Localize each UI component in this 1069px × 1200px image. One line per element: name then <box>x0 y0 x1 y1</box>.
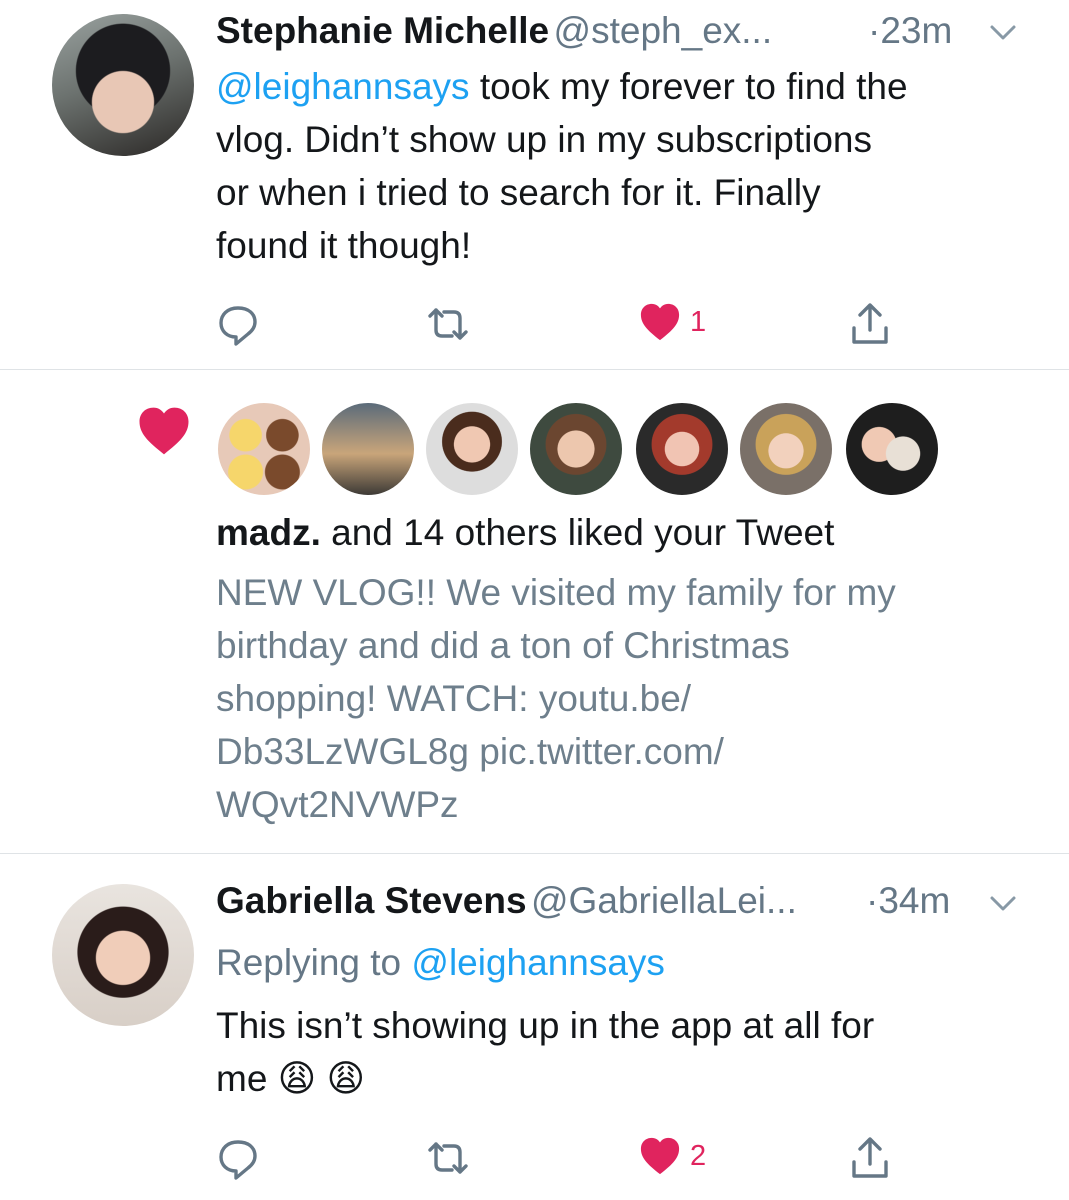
tweet-line: or when i tried to search for it. Finall… <box>216 172 821 213</box>
share-icon[interactable] <box>846 1134 894 1182</box>
reply-icon[interactable] <box>214 300 262 348</box>
like-button[interactable]: 1 <box>638 302 706 342</box>
tweet-line: found it though! <box>216 225 472 266</box>
heart-icon <box>640 1137 680 1175</box>
heart-icon <box>640 303 680 341</box>
chevron-down-icon[interactable] <box>988 893 1018 915</box>
tweet-line: NEW VLOG!! We visited my family for my <box>216 572 896 613</box>
tweet-line: WQvt2NVWPz <box>216 784 459 825</box>
divider <box>0 369 1069 370</box>
replying-to: Replying to @leighannsays <box>216 942 665 983</box>
tweet-line: birthday and did a ton of Christmas <box>216 625 790 666</box>
tweet-line: shopping! WATCH: youtu.be/ <box>216 678 692 719</box>
like-button[interactable]: 2 <box>638 1136 706 1176</box>
avatar[interactable] <box>52 884 194 1026</box>
tweet-line: Db33LzWGL8g pic.twitter.com/ <box>216 731 724 772</box>
share-icon[interactable] <box>846 300 894 348</box>
author-handle[interactable]: @steph_ex... <box>554 10 773 51</box>
avatar[interactable] <box>844 401 940 497</box>
tweet-body: This isn’t showing up in the app at all … <box>216 999 874 1105</box>
tweet-line: me 😩 😩 <box>216 1058 366 1099</box>
avatar[interactable] <box>320 401 416 497</box>
mention-link[interactable]: @leighannsays <box>411 942 665 983</box>
notification-summary[interactable]: madz. and 14 others liked your Tweet <box>216 506 834 559</box>
timestamp[interactable]: ·23m <box>868 10 952 52</box>
avatar[interactable] <box>634 401 730 497</box>
tweet-line: vlog. Didn’t show up in my subscriptions <box>216 119 873 160</box>
avatar[interactable] <box>216 401 312 497</box>
chevron-down-icon[interactable] <box>988 22 1018 44</box>
retweet-icon[interactable] <box>424 300 472 348</box>
liked-tweet-text[interactable]: NEW VLOG!! We visited my family for my b… <box>216 566 896 831</box>
retweet-icon[interactable] <box>424 1134 472 1182</box>
author-name[interactable]: Stephanie Michelle <box>216 10 549 51</box>
like-count: 1 <box>690 305 707 338</box>
author-handle[interactable]: @GabriellaLei... <box>531 880 797 921</box>
heart-icon <box>139 407 189 455</box>
tweet-body: @leighannsays took my forever to find th… <box>216 60 908 272</box>
avatar[interactable] <box>424 401 520 497</box>
tweet-header: Stephanie Michelle @steph_ex... <box>216 10 772 52</box>
divider <box>0 853 1069 854</box>
avatar[interactable] <box>528 401 624 497</box>
author-name[interactable]: Gabriella Stevens <box>216 880 527 921</box>
like-count: 2 <box>690 1139 707 1172</box>
avatar[interactable] <box>52 14 194 156</box>
timestamp[interactable]: ·34m <box>866 880 950 922</box>
tweet-header: Gabriella Stevens @GabriellaLei... <box>216 880 797 922</box>
tweet-line: This isn’t showing up in the app at all … <box>216 1005 875 1046</box>
avatar[interactable] <box>738 401 834 497</box>
mention-link[interactable]: @leighannsays <box>216 66 470 107</box>
reply-icon[interactable] <box>214 1134 262 1182</box>
actor-name: madz. <box>216 512 321 553</box>
